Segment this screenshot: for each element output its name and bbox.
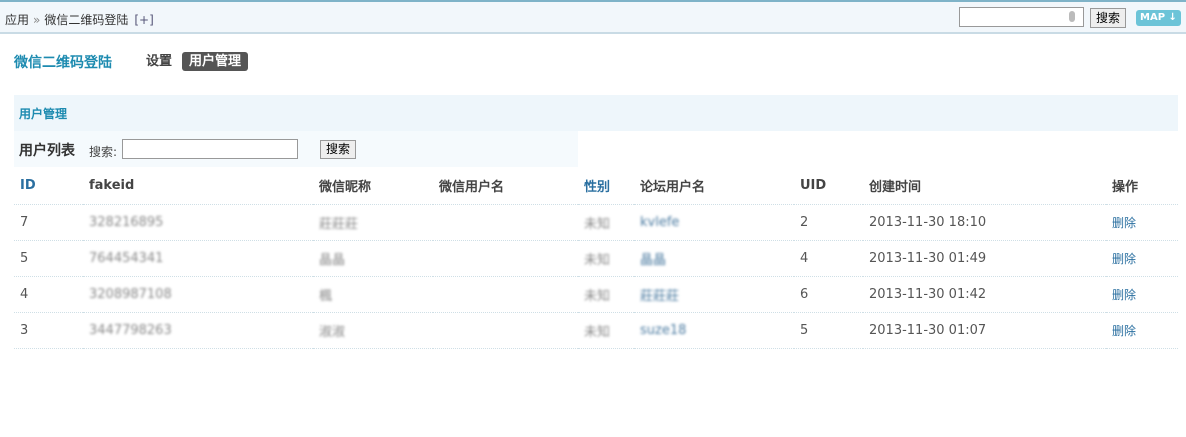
add-shortcut-link[interactable]: [+] bbox=[134, 13, 153, 27]
delete-link[interactable]: 删除 bbox=[1112, 288, 1136, 302]
table-row: 4 3208987108 楓 未知 莊莊莊 6 2013-11-30 01:42 删除 bbox=[14, 276, 1178, 313]
cell-gender: 未知 bbox=[578, 276, 634, 313]
cell-forum[interactable]: 晶晶 bbox=[634, 240, 794, 277]
cell-wxname bbox=[433, 312, 578, 349]
cell-nick: 晶晶 bbox=[313, 240, 433, 277]
cell-uid: 6 bbox=[794, 276, 863, 313]
tab-user-management[interactable]: 用户管理 bbox=[182, 52, 249, 71]
cell-action: 删除 bbox=[1106, 276, 1178, 313]
panel-title: 用户管理 bbox=[14, 95, 1178, 131]
cell-id: 4 bbox=[14, 276, 83, 313]
cell-nick: 楓 bbox=[313, 276, 433, 313]
col-actions: 操作 bbox=[1106, 168, 1178, 205]
top-search-input[interactable] bbox=[959, 7, 1084, 27]
cell-wxname bbox=[433, 276, 578, 313]
user-search-button[interactable]: 搜索 bbox=[320, 140, 356, 159]
cell-fakeid: 3208987108 bbox=[83, 276, 313, 313]
cell-uid: 5 bbox=[794, 312, 863, 349]
cell-forum[interactable]: kvlefe bbox=[634, 204, 794, 241]
col-created: 创建时间 bbox=[863, 168, 1106, 205]
cell-fakeid: 328216895 bbox=[83, 204, 313, 241]
cell-uid: 2 bbox=[794, 204, 863, 241]
cell-gender: 未知 bbox=[578, 204, 634, 241]
tab-settings[interactable]: 设置 bbox=[146, 52, 172, 71]
col-nickname: 微信昵称 bbox=[313, 168, 433, 205]
cell-uid: 4 bbox=[794, 240, 863, 277]
table-header: ID fakeid 微信昵称 微信用户名 性别 论坛用户名 UID 创建时间 操… bbox=[14, 168, 1178, 205]
top-search-button[interactable]: 搜索 bbox=[1090, 8, 1126, 28]
list-toolbar: 用户列表 搜索: 搜索 bbox=[14, 131, 578, 167]
microphone-icon[interactable] bbox=[1069, 11, 1075, 22]
cell-nick: 淑淑 bbox=[313, 312, 433, 349]
breadcrumb-root[interactable]: 应用 bbox=[5, 13, 29, 27]
cell-forum[interactable]: 莊莊莊 bbox=[634, 276, 794, 313]
cell-action: 删除 bbox=[1106, 204, 1178, 241]
cell-gender: 未知 bbox=[578, 240, 634, 277]
cell-id: 5 bbox=[14, 240, 83, 277]
breadcrumb-current[interactable]: 微信二维码登陆 bbox=[44, 13, 128, 27]
cell-forum[interactable]: suze18 bbox=[634, 312, 794, 349]
breadcrumb: 应用 » 微信二维码登陆 [+] bbox=[5, 11, 154, 28]
list-title: 用户列表 bbox=[19, 143, 75, 159]
col-id[interactable]: ID bbox=[14, 168, 83, 205]
app-title: 微信二维码登陆 bbox=[14, 55, 112, 71]
col-fakeid: fakeid bbox=[83, 168, 313, 205]
top-bar: 应用 » 微信二维码登陆 [+] 搜索 MAP ↓ bbox=[0, 0, 1186, 34]
col-gender[interactable]: 性别 bbox=[578, 168, 634, 205]
cell-fakeid: 764454341 bbox=[83, 240, 313, 277]
map-button[interactable]: MAP ↓ bbox=[1136, 10, 1181, 26]
delete-link[interactable]: 删除 bbox=[1112, 252, 1136, 266]
cell-wxname bbox=[433, 204, 578, 241]
cell-time: 2013-11-30 01:49 bbox=[863, 240, 1106, 277]
cell-action: 删除 bbox=[1106, 312, 1178, 349]
col-uid: UID bbox=[794, 168, 863, 205]
breadcrumb-separator: » bbox=[33, 13, 41, 27]
delete-link[interactable]: 删除 bbox=[1112, 324, 1136, 338]
user-table: ID fakeid 微信昵称 微信用户名 性别 论坛用户名 UID 创建时间 操… bbox=[14, 168, 1178, 349]
delete-link[interactable]: 删除 bbox=[1112, 216, 1136, 230]
table-row: 3 3447798263 淑淑 未知 suze18 5 2013-11-30 01:07 删除 bbox=[14, 312, 1178, 349]
col-forum-username: 论坛用户名 bbox=[634, 168, 794, 205]
cell-time: 2013-11-30 01:42 bbox=[863, 276, 1106, 313]
col-wechat-username: 微信用户名 bbox=[433, 168, 578, 205]
user-search-input[interactable] bbox=[122, 139, 298, 159]
cell-time: 2013-11-30 18:10 bbox=[863, 204, 1106, 241]
cell-id: 3 bbox=[14, 312, 83, 349]
cell-nick: 莊莊莊 bbox=[313, 204, 433, 241]
table-row: 7 328216895 莊莊莊 未知 kvlefe 2 2013-11-30 18:10 删除 bbox=[14, 204, 1178, 241]
table-row: 5 764454341 晶晶 未知 晶晶 4 2013-11-30 01:49 删除 bbox=[14, 240, 1178, 277]
search-label: 搜索: bbox=[89, 145, 118, 159]
cell-action: 删除 bbox=[1106, 240, 1178, 277]
cell-id: 7 bbox=[14, 204, 83, 241]
cell-fakeid: 3447798263 bbox=[83, 312, 313, 349]
cell-wxname bbox=[433, 240, 578, 277]
cell-gender: 未知 bbox=[578, 312, 634, 349]
cell-time: 2013-11-30 01:07 bbox=[863, 312, 1106, 349]
